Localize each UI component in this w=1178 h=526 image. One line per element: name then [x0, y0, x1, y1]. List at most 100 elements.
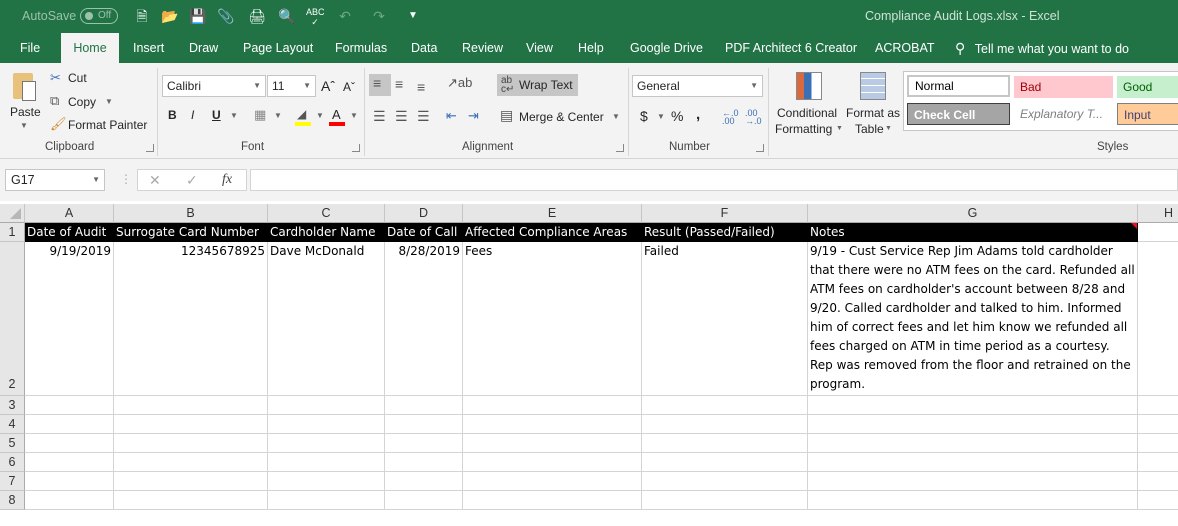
style-normal[interactable]: Normal [907, 75, 1010, 97]
cell-g7[interactable] [808, 472, 1138, 491]
row-header-2[interactable]: 2 [0, 242, 25, 396]
cell-e2[interactable]: Fees [463, 242, 642, 396]
undo-icon[interactable]: ↶ [336, 7, 354, 25]
cell-b1[interactable]: Surrogate Card Number [114, 223, 268, 242]
fill-color-button[interactable]: ◢ [295, 107, 311, 127]
font-launcher-icon[interactable] [352, 144, 360, 152]
cell-g8[interactable] [808, 491, 1138, 510]
currency-dropdown-icon[interactable]: ▼ [657, 112, 665, 121]
cell-f1[interactable]: Result (Passed/Failed) [642, 223, 808, 242]
cell-a8[interactable] [25, 491, 114, 510]
cell-b7[interactable] [114, 472, 268, 491]
orientation-icon[interactable]: ↗ab [447, 75, 472, 91]
row-header-3[interactable]: 3 [0, 396, 25, 415]
name-box[interactable]: G17 ▼ [5, 169, 105, 191]
tell-me-search[interactable]: ⚲ Tell me what you want to do [955, 33, 1129, 63]
bottom-align-icon[interactable]: ≡ [417, 79, 425, 95]
cell-b4[interactable] [114, 415, 268, 434]
clipboard-launcher-icon[interactable] [146, 144, 154, 152]
style-explanatory[interactable]: Explanatory T... [1014, 103, 1113, 125]
cell-c8[interactable] [268, 491, 385, 510]
column-header-f[interactable]: F [642, 204, 808, 223]
column-header-b[interactable]: B [114, 204, 268, 223]
cell-c1[interactable]: Cardholder Name [268, 223, 385, 242]
comment-indicator-icon[interactable] [1131, 223, 1137, 229]
cell-h6[interactable] [1138, 453, 1178, 472]
cell-e3[interactable] [463, 396, 642, 415]
underline-button[interactable]: U [212, 108, 221, 122]
middle-align-icon[interactable]: ≡ [395, 76, 403, 92]
italic-button[interactable]: I [191, 108, 194, 122]
cell-e7[interactable] [463, 472, 642, 491]
row-header-4[interactable]: 4 [0, 415, 25, 434]
style-good[interactable]: Good [1117, 76, 1178, 98]
borders-dropdown-icon[interactable]: ▼ [274, 111, 282, 120]
open-folder-icon[interactable]: 📂 [161, 7, 179, 25]
cell-g6[interactable] [808, 453, 1138, 472]
cell-e8[interactable] [463, 491, 642, 510]
cell-d7[interactable] [385, 472, 463, 491]
cell-a1[interactable]: Date of Audit [25, 223, 114, 242]
comma-style-button[interactable]: , [696, 106, 700, 123]
tab-help[interactable]: Help [578, 33, 604, 63]
insert-function-icon[interactable]: fx [222, 172, 232, 188]
cell-a5[interactable] [25, 434, 114, 453]
alignment-launcher-icon[interactable] [616, 144, 624, 152]
cell-a3[interactable] [25, 396, 114, 415]
cell-e1[interactable]: Affected Compliance Areas [463, 223, 642, 242]
tab-google-drive[interactable]: Google Drive [630, 33, 703, 63]
style-check-cell[interactable]: Check Cell [907, 103, 1010, 125]
column-header-d[interactable]: D [385, 204, 463, 223]
cell-d2[interactable]: 8/28/2019 [385, 242, 463, 396]
merge-center-button[interactable]: ▤ Merge & Center ▼ [500, 107, 622, 128]
splitter-dots-icon[interactable]: ⋮ [120, 172, 132, 186]
tab-page-layout[interactable]: Page Layout [243, 33, 313, 63]
column-header-c[interactable]: C [268, 204, 385, 223]
percent-button[interactable]: % [671, 108, 683, 124]
cell-h2[interactable] [1138, 242, 1178, 396]
customize-quick-access-icon[interactable]: ▼ [404, 7, 422, 25]
cell-d3[interactable] [385, 396, 463, 415]
cell-g3[interactable] [808, 396, 1138, 415]
cell-h4[interactable] [1138, 415, 1178, 434]
cell-b6[interactable] [114, 453, 268, 472]
currency-button[interactable]: $ [640, 108, 648, 124]
cell-c4[interactable] [268, 415, 385, 434]
cell-c2[interactable]: Dave McDonald [268, 242, 385, 396]
cell-g2[interactable]: 9/19 - Cust Service Rep Jim Adams told c… [808, 242, 1138, 396]
cell-a4[interactable] [25, 415, 114, 434]
row-header-7[interactable]: 7 [0, 472, 25, 491]
align-center-icon[interactable]: ☰ [395, 108, 408, 125]
redo-icon[interactable]: ↷ [370, 7, 388, 25]
tab-insert[interactable]: Insert [133, 33, 164, 63]
tab-review[interactable]: Review [462, 33, 503, 63]
increase-indent-icon[interactable]: ⇥ [468, 108, 479, 124]
top-align-button[interactable]: ≡ [369, 74, 391, 96]
column-header-a[interactable]: A [25, 204, 114, 223]
tab-data[interactable]: Data [411, 33, 437, 63]
cell-e6[interactable] [463, 453, 642, 472]
decrease-decimal-icon[interactable]: .00 →.0 [745, 109, 762, 126]
cell-b2[interactable]: 12345678925 [114, 242, 268, 396]
cell-d6[interactable] [385, 453, 463, 472]
cell-g5[interactable] [808, 434, 1138, 453]
select-all-button[interactable] [0, 204, 25, 223]
cell-a7[interactable] [25, 472, 114, 491]
tab-file[interactable]: File [20, 33, 40, 63]
row-header-6[interactable]: 6 [0, 453, 25, 472]
cell-f4[interactable] [642, 415, 808, 434]
cell-h7[interactable] [1138, 472, 1178, 491]
cell-b8[interactable] [114, 491, 268, 510]
cell-d5[interactable] [385, 434, 463, 453]
cell-c5[interactable] [268, 434, 385, 453]
font-color-dropdown-icon[interactable]: ▼ [350, 111, 358, 120]
cell-h3[interactable] [1138, 396, 1178, 415]
increase-decimal-icon[interactable]: ←.0.00 [722, 109, 739, 126]
font-color-button[interactable]: A [329, 107, 345, 127]
cell-d4[interactable] [385, 415, 463, 434]
tab-pdf-architect[interactable]: PDF Architect 6 Creator [725, 33, 857, 63]
cell-f7[interactable] [642, 472, 808, 491]
paste-button[interactable]: Paste ▼ [8, 69, 42, 135]
save-icon[interactable]: 💾 [189, 7, 207, 25]
column-header-g[interactable]: G [808, 204, 1138, 223]
